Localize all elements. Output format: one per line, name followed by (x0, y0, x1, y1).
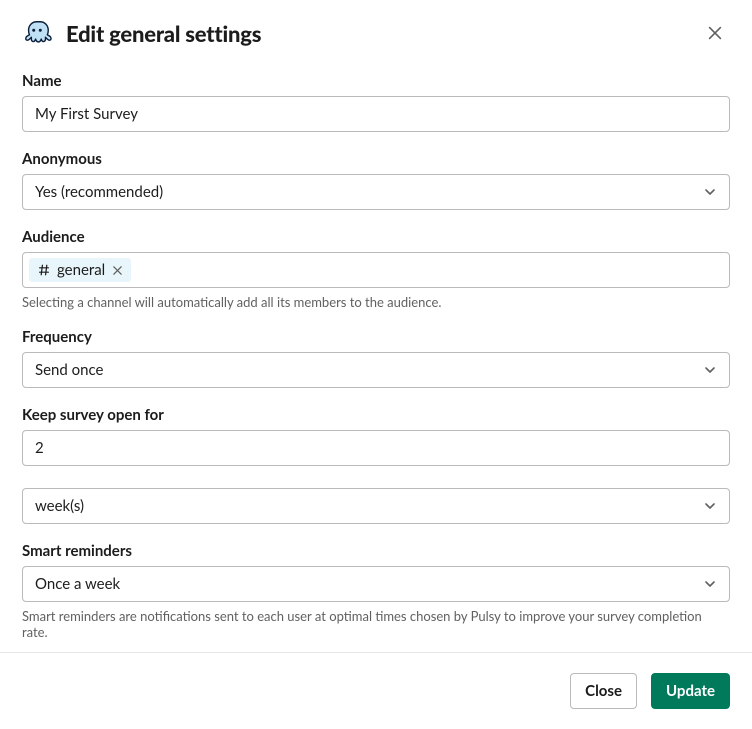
audience-multiselect[interactable]: general (22, 252, 730, 288)
smart-reminders-select[interactable]: Once a week (22, 566, 730, 602)
field-keep-open: Keep survey open for (22, 406, 730, 466)
field-audience: Audience general Selecting a channel wil… (22, 228, 730, 310)
frequency-select[interactable]: Send once (22, 352, 730, 388)
smart-reminders-helper: Smart reminders are notifications sent t… (22, 608, 730, 640)
frequency-select-value: Send once (35, 361, 103, 379)
title-wrap: Edit general settings (22, 18, 261, 48)
smart-reminders-label: Smart reminders (22, 542, 730, 560)
field-name: Name (22, 72, 730, 132)
hash-icon (37, 263, 51, 277)
audience-chip: general (29, 258, 131, 282)
close-icon-button[interactable] (700, 18, 730, 48)
smart-reminders-value: Once a week (35, 575, 120, 593)
audience-helper: Selecting a channel will automatically a… (22, 294, 730, 310)
update-button[interactable]: Update (651, 673, 730, 709)
audience-label: Audience (22, 228, 730, 246)
field-anonymous: Anonymous Yes (recommended) (22, 150, 730, 210)
close-icon (112, 265, 123, 276)
modal-header: Edit general settings (22, 18, 730, 48)
edit-settings-modal: Edit general settings Name Anonymous Yes… (0, 0, 752, 729)
field-keep-open-unit: week(s) (22, 488, 730, 524)
frequency-label: Frequency (22, 328, 730, 346)
audience-chip-remove[interactable] (109, 262, 125, 278)
name-input[interactable] (22, 96, 730, 132)
name-label: Name (22, 72, 730, 90)
anonymous-select-value: Yes (recommended) (35, 183, 163, 201)
keep-open-input[interactable] (22, 430, 730, 466)
keep-open-label: Keep survey open for (22, 406, 730, 424)
field-smart-reminders: Smart reminders Once a week Smart remind… (22, 542, 730, 640)
modal-body: Edit general settings Name Anonymous Yes… (0, 0, 752, 652)
keep-open-unit-value: week(s) (35, 497, 84, 515)
field-frequency: Frequency Send once (22, 328, 730, 388)
close-icon (706, 24, 724, 42)
close-button[interactable]: Close (570, 673, 637, 709)
anonymous-select[interactable]: Yes (recommended) (22, 174, 730, 210)
octopus-icon (22, 18, 52, 48)
keep-open-unit-select[interactable]: week(s) (22, 488, 730, 524)
anonymous-label: Anonymous (22, 150, 730, 168)
modal-title: Edit general settings (66, 20, 261, 47)
modal-footer: Close Update (0, 652, 752, 729)
audience-chip-text: general (57, 261, 105, 279)
